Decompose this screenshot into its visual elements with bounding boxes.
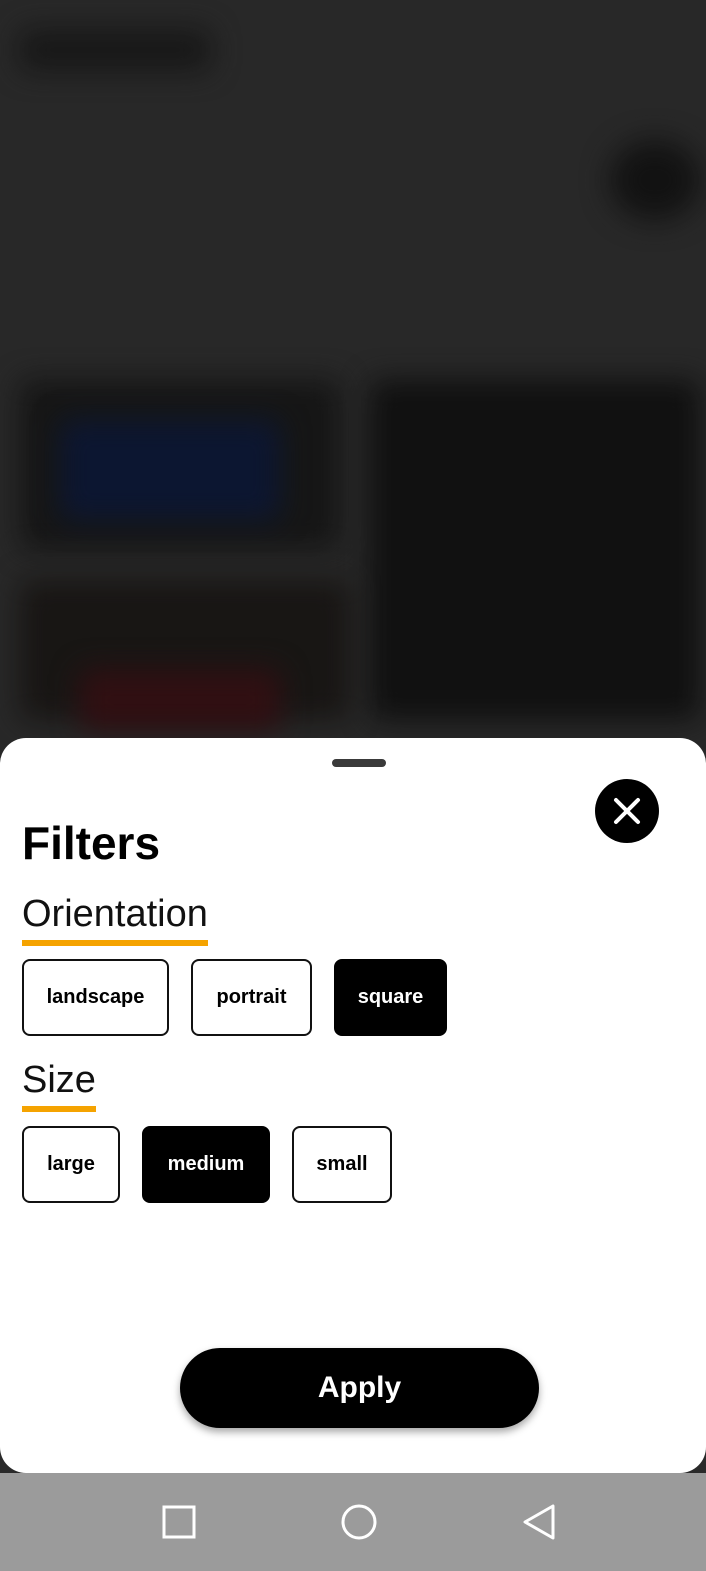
square-icon <box>162 1505 196 1539</box>
size-chip-medium[interactable]: medium <box>142 1126 270 1203</box>
system-nav-bar <box>0 1473 706 1571</box>
size-label: Size <box>22 1056 96 1112</box>
sheet-title: Filters <box>22 817 161 869</box>
drag-handle[interactable] <box>332 759 386 767</box>
close-button[interactable] <box>595 779 659 843</box>
filters-bottom-sheet: Filters Orientation landscape portrait s… <box>0 738 706 1473</box>
size-section-label: Size <box>22 1056 96 1112</box>
orientation-section-label: Orientation <box>22 890 208 946</box>
nav-back-button[interactable] <box>519 1502 559 1542</box>
nav-recents-button[interactable] <box>159 1502 199 1542</box>
size-chip-large[interactable]: large <box>22 1126 120 1203</box>
nav-home-button[interactable] <box>339 1502 379 1542</box>
size-chip-small[interactable]: small <box>292 1126 392 1203</box>
circle-icon <box>341 1504 377 1540</box>
apply-button[interactable]: Apply <box>180 1348 539 1428</box>
orientation-chip-portrait[interactable]: portrait <box>191 959 312 1036</box>
orientation-chip-square[interactable]: square <box>334 959 447 1036</box>
orientation-chip-landscape[interactable]: landscape <box>22 959 169 1036</box>
orientation-options: landscape portrait square <box>22 959 447 1036</box>
close-icon <box>614 798 640 824</box>
orientation-label: Orientation <box>22 890 208 946</box>
size-options: large medium small <box>22 1126 392 1203</box>
modal-scrim[interactable] <box>0 0 706 760</box>
triangle-back-icon <box>523 1504 555 1540</box>
